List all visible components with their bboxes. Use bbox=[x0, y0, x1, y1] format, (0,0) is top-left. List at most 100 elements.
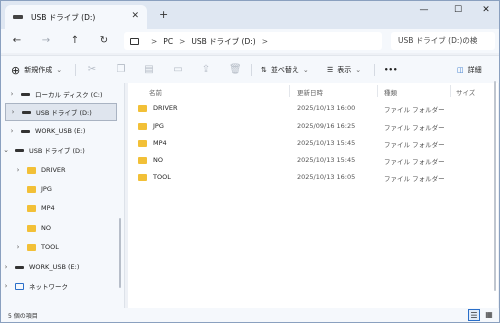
refresh-button[interactable]: ↻ bbox=[95, 33, 113, 49]
chevron-down-icon: ⌄ bbox=[302, 66, 309, 74]
forward-button[interactable]: → bbox=[37, 33, 55, 49]
chevron-right-icon[interactable]: › bbox=[13, 166, 23, 174]
file-row-jpg[interactable]: JPG 2025/09/16 16:25 ファイル フォルダー bbox=[136, 119, 496, 135]
drive-icon bbox=[21, 92, 30, 96]
nav-item-label: WORK_USB (E:) bbox=[29, 263, 80, 271]
file-date: 2025/10/13 15:45 bbox=[297, 156, 356, 164]
chevron-right-icon[interactable]: › bbox=[1, 263, 11, 271]
chevron-down-icon[interactable]: ⌄ bbox=[1, 146, 11, 154]
new-tab-button[interactable]: + bbox=[159, 8, 168, 21]
file-name: DRIVER bbox=[153, 104, 178, 112]
address-bar[interactable]: > PC > USB ドライブ (D:) > bbox=[124, 32, 382, 50]
column-header-name[interactable]: 名前 bbox=[149, 87, 162, 97]
search-input[interactable]: USB ドライブ (D:)の検 bbox=[391, 32, 495, 50]
chevron-right-icon[interactable]: › bbox=[8, 108, 18, 116]
column-divider[interactable] bbox=[289, 85, 290, 97]
nav-item-label: NO bbox=[41, 224, 51, 232]
folder-icon bbox=[138, 174, 147, 181]
more-options-button[interactable]: ••• bbox=[384, 63, 397, 77]
tab-usb-drive[interactable]: USB ドライブ (D:) ✕ bbox=[5, 5, 147, 29]
nav-scrollbar[interactable] bbox=[119, 218, 121, 288]
sort-icon: ⇅ bbox=[261, 66, 267, 74]
chevron-right-icon[interactable]: › bbox=[1, 282, 11, 290]
maximize-button[interactable]: ☐ bbox=[445, 3, 471, 17]
cut-icon[interactable]: ✂ bbox=[86, 64, 98, 76]
file-name: TOOL bbox=[153, 173, 171, 181]
nav-item-usb-drive-d-expanded[interactable]: ⌄ USB ドライブ (D:) bbox=[1, 141, 121, 159]
file-name: NO bbox=[153, 156, 163, 164]
chevron-right-icon[interactable]: › bbox=[13, 243, 23, 251]
nav-item-work-usb-e-root[interactable]: › WORK_USB (E:) bbox=[1, 258, 121, 276]
file-date: 2025/10/13 16:05 bbox=[297, 173, 356, 181]
pc-icon bbox=[130, 37, 139, 45]
nav-item-folder-tool[interactable]: › TOOL bbox=[13, 238, 133, 256]
back-button[interactable]: ← bbox=[8, 33, 26, 49]
view-button[interactable]: ☰ 表示 ⌄ bbox=[327, 63, 361, 77]
tab-title: USB ドライブ (D:) bbox=[31, 12, 96, 22]
file-row-no[interactable]: NO 2025/10/13 15:45 ファイル フォルダー bbox=[136, 153, 496, 169]
details-pane-button[interactable]: ◫ 詳細 bbox=[457, 63, 482, 77]
sort-button[interactable]: ⇅ 並べ替え ⌄ bbox=[261, 63, 309, 77]
drive-icon bbox=[15, 265, 24, 269]
rename-icon[interactable]: ▭ bbox=[172, 64, 184, 76]
breadcrumb-usb-drive[interactable]: USB ドライブ (D:) bbox=[191, 36, 255, 47]
copy-icon[interactable]: ❐ bbox=[115, 64, 127, 76]
breadcrumb-separator: > bbox=[151, 36, 158, 46]
network-icon bbox=[15, 282, 24, 290]
new-button-label: 新規作成 bbox=[24, 66, 53, 74]
file-date: 2025/09/16 16:25 bbox=[297, 122, 356, 130]
chevron-right-icon[interactable]: › bbox=[7, 90, 17, 98]
view-button-label: 表示 bbox=[337, 66, 352, 74]
nav-item-folder-no[interactable]: NO bbox=[13, 219, 133, 237]
file-row-tool[interactable]: TOOL 2025/10/13 16:05 ファイル フォルダー bbox=[136, 170, 496, 186]
nav-item-folder-mp4[interactable]: MP4 bbox=[13, 199, 133, 217]
breadcrumb-pc[interactable]: PC bbox=[163, 37, 173, 46]
tab-close-icon[interactable]: ✕ bbox=[131, 11, 139, 21]
file-row-driver[interactable]: DRIVER 2025/10/13 16:00 ファイル フォルダー bbox=[136, 101, 496, 117]
nav-item-folder-jpg[interactable]: JPG bbox=[13, 180, 133, 198]
title-bar: USB ドライブ (D:) ✕ + — ☐ ✕ bbox=[1, 1, 499, 29]
file-type: ファイル フォルダー bbox=[384, 106, 445, 114]
paste-icon[interactable]: ▤ bbox=[143, 64, 155, 76]
delete-icon[interactable]: 🗑 bbox=[229, 64, 242, 76]
plus-icon: ⊕ bbox=[11, 63, 21, 77]
nav-item-usb-drive-d[interactable]: › USB ドライブ (D:) bbox=[5, 103, 117, 121]
details-pane-icon: ◫ bbox=[457, 66, 464, 74]
tiles-view-button[interactable]: ▦ bbox=[483, 309, 495, 321]
up-button[interactable]: ↑ bbox=[66, 33, 84, 49]
column-header-date[interactable]: 更新日時 bbox=[297, 87, 323, 97]
nav-item-local-disk-c[interactable]: › ローカル ディスク (C:) bbox=[7, 85, 127, 103]
folder-icon bbox=[27, 243, 36, 251]
chevron-right-icon[interactable]: › bbox=[7, 127, 17, 135]
new-button[interactable]: ⊕ 新規作成 ⌄ bbox=[11, 63, 62, 77]
column-divider[interactable] bbox=[450, 85, 451, 97]
explorer-window: USB ドライブ (D:) ✕ + — ☐ ✕ ← → ↑ ↻ > PC > U… bbox=[0, 0, 500, 323]
drive-icon bbox=[15, 148, 24, 152]
nav-item-work-usb-e[interactable]: › WORK_USB (E:) bbox=[7, 122, 127, 140]
close-button[interactable]: ✕ bbox=[473, 3, 499, 17]
nav-item-network[interactable]: › ネットワーク bbox=[1, 277, 121, 295]
nav-item-label: ネットワーク bbox=[29, 283, 68, 291]
status-bar: 5 個の項目 ☰ ▦ bbox=[1, 308, 499, 322]
content-scrollbar[interactable] bbox=[494, 81, 496, 291]
file-type: ファイル フォルダー bbox=[384, 175, 445, 183]
folder-icon bbox=[27, 204, 36, 212]
nav-item-folder-driver[interactable]: › DRIVER bbox=[13, 161, 133, 179]
share-icon[interactable]: ⇪ bbox=[200, 64, 212, 76]
minimize-button[interactable]: — bbox=[411, 3, 437, 17]
file-date: 2025/10/13 16:00 bbox=[297, 104, 356, 112]
drive-icon bbox=[22, 110, 31, 114]
nav-item-label: WORK_USB (E:) bbox=[35, 127, 86, 135]
details-button-label: 詳細 bbox=[467, 66, 482, 74]
file-name: MP4 bbox=[153, 139, 167, 147]
column-header-type[interactable]: 種類 bbox=[384, 87, 397, 97]
nav-item-label: MP4 bbox=[41, 204, 55, 212]
column-divider[interactable] bbox=[377, 85, 378, 97]
file-row-mp4[interactable]: MP4 2025/10/13 15:45 ファイル フォルダー bbox=[136, 136, 496, 152]
file-type: ファイル フォルダー bbox=[384, 141, 445, 149]
details-view-button[interactable]: ☰ bbox=[468, 309, 480, 321]
nav-item-label: TOOL bbox=[41, 243, 59, 251]
folder-icon bbox=[138, 105, 147, 112]
breadcrumb-separator: > bbox=[179, 36, 186, 46]
column-header-size[interactable]: サイズ bbox=[456, 87, 475, 97]
